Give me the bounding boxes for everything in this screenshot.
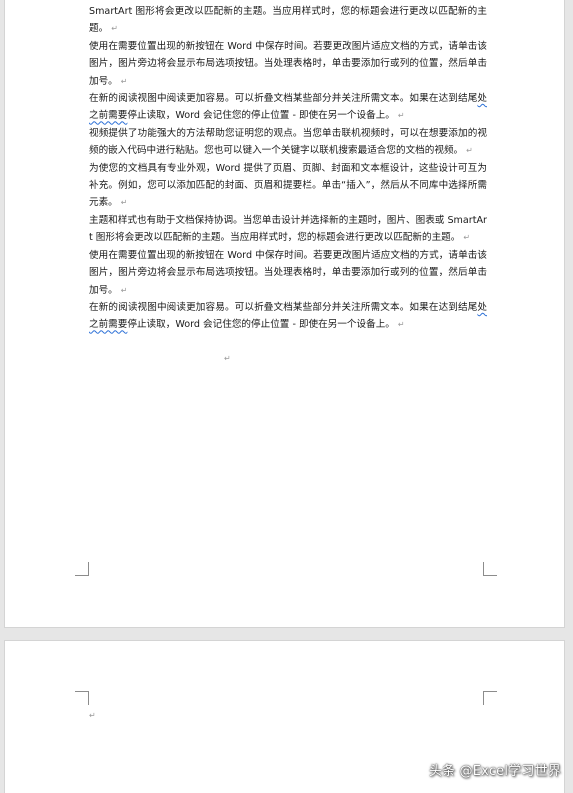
paragraph-mark-icon: ↵ bbox=[120, 285, 128, 295]
paragraph-text: 停止读取，Word 会记住您的停止位置 - 即使在另一个设备上。 bbox=[127, 110, 395, 122]
paragraph-1[interactable]: SmartArt 图形将会更改以匹配新的主题。当应用样式时，您的标题会进行更改以… bbox=[89, 3, 487, 38]
paragraph-8[interactable]: 在新的阅读视图中阅读更加容易。可以折叠文档某些部分并关注所需文本。如果在达到结尾… bbox=[89, 299, 487, 334]
paragraph-text: 在新的阅读视图中阅读更加容易。可以折叠文档某些部分并关注所需文本。如果在达到结尾 bbox=[89, 93, 478, 105]
paragraph-text: 使用在需要位置出现的新按钮在 Word 中保存时间。若要更改图片适应文档的方式，… bbox=[89, 40, 487, 87]
bottom-right-crop-mark bbox=[483, 562, 497, 576]
watermark-text: 头条 @Excel学习世界 bbox=[428, 764, 561, 779]
empty-paragraph-mark-icon[interactable]: ↵ bbox=[89, 711, 96, 721]
paragraph-mark-icon: ↵ bbox=[463, 233, 471, 243]
paragraph-text: 视频提供了功能强大的方法帮助您证明您的观点。当您单击联机视频时，可以在想要添加的… bbox=[89, 127, 487, 157]
paragraph-4[interactable]: 视频提供了功能强大的方法帮助您证明您的观点。当您单击联机视频时，可以在想要添加的… bbox=[89, 125, 487, 160]
page-1-body[interactable]: SmartArt 图形将会更改以匹配新的主题。当应用样式时，您的标题会进行更改以… bbox=[89, 3, 487, 334]
paragraph-5[interactable]: 为使您的文档具有专业外观，Word 提供了页眉、页脚、封面和文本框设计，这些设计… bbox=[89, 160, 487, 212]
paragraph-mark-icon: ↵ bbox=[120, 76, 128, 86]
paragraph-text: 为使您的文档具有专业外观，Word 提供了页眉、页脚、封面和文本框设计，这些设计… bbox=[89, 162, 487, 209]
paragraph-text: 主题和样式也有助于文档保持协调。当您单击设计并选择新的主题时，图片、图表或 Sm… bbox=[89, 214, 487, 244]
paragraph-7[interactable]: 使用在需要位置出现的新按钮在 Word 中保存时间。若要更改图片适应文档的方式，… bbox=[89, 247, 487, 299]
paragraph-3[interactable]: 在新的阅读视图中阅读更加容易。可以折叠文档某些部分并关注所需文本。如果在达到结尾… bbox=[89, 90, 487, 125]
top-left-crop-mark bbox=[75, 691, 89, 705]
paragraph-mark-icon: ↵ bbox=[120, 198, 128, 208]
paragraph-text: 使用在需要位置出现的新按钮在 Word 中保存时间。若要更改图片适应文档的方式，… bbox=[89, 249, 487, 296]
paragraph-mark-icon: ↵ bbox=[111, 24, 118, 34]
bottom-left-crop-mark bbox=[75, 562, 89, 576]
paragraph-text: 停止读取，Word 会记住您的停止位置 - 即使在另一个设备上。 bbox=[127, 319, 395, 331]
document-canvas: SmartArt 图形将会更改以匹配新的主题。当应用样式时，您的标题会进行更改以… bbox=[0, 0, 573, 793]
paragraph-text: 在新的阅读视图中阅读更加容易。可以折叠文档某些部分并关注所需文本。如果在达到结尾 bbox=[89, 301, 478, 313]
paragraph-2[interactable]: 使用在需要位置出现的新按钮在 Word 中保存时间。若要更改图片适应文档的方式，… bbox=[89, 38, 487, 90]
paragraph-6[interactable]: 主题和样式也有助于文档保持协调。当您单击设计并选择新的主题时，图片、图表或 Sm… bbox=[89, 212, 487, 247]
paragraph-mark-icon: ↵ bbox=[466, 146, 473, 156]
document-page-1[interactable]: SmartArt 图形将会更改以匹配新的主题。当应用样式时，您的标题会进行更改以… bbox=[4, 0, 565, 628]
paragraph-text: SmartArt 图形将会更改以匹配新的主题。当应用样式时，您的标题会进行更改以… bbox=[89, 6, 487, 35]
paragraph-mark-icon: ↵ bbox=[397, 111, 405, 121]
top-right-crop-mark bbox=[483, 691, 497, 705]
paragraph-mark-icon: ↵ bbox=[397, 320, 405, 330]
empty-paragraph-mark-icon[interactable]: ↵ bbox=[224, 354, 231, 364]
